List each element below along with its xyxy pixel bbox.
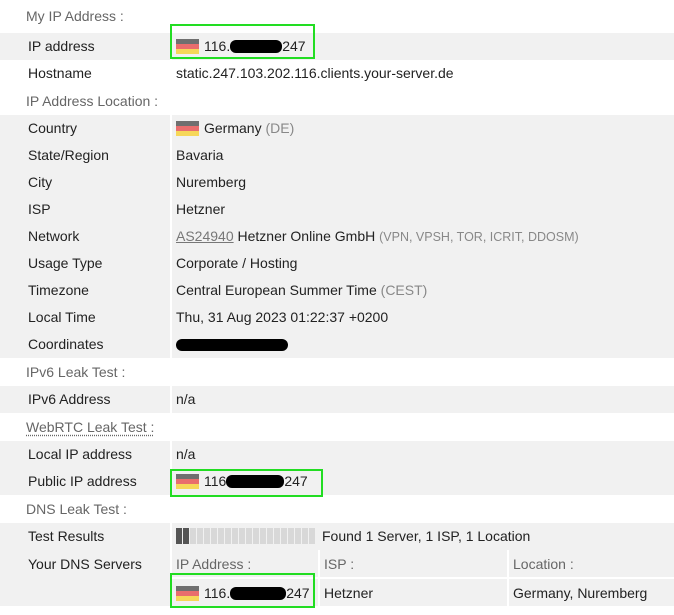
section-dns-title: DNS Leak Test : [26, 501, 127, 517]
state-label: State/Region [28, 147, 109, 163]
coordinates-value [176, 331, 288, 358]
progress-segment [204, 528, 210, 544]
localtime-value: Thu, 31 Aug 2023 01:22:37 +0200 [176, 309, 389, 325]
row-dns-servers: Your DNS Servers IP Address : ISP : Loca… [0, 550, 674, 606]
dns-server-isp: Hetzner [324, 585, 374, 601]
test-results-value: Found 1 Server, 1 ISP, 1 Location [176, 523, 530, 553]
row-local-ip: Local IP address n/a [0, 441, 674, 468]
ip-address-label: IP address [28, 38, 95, 54]
isp-value: Hetzner [176, 201, 226, 217]
row-ipv6: IPv6 Address n/a [0, 386, 674, 413]
row-hostname: Hostname static.247.103.202.116.clients.… [0, 60, 674, 87]
city-label: City [28, 174, 53, 190]
progress-segment [274, 528, 280, 544]
progress-segment [225, 528, 231, 544]
progress-segment [218, 528, 224, 544]
dns-servers-label: Your DNS Servers [28, 556, 142, 572]
section-webrtc-title[interactable]: WebRTC Leak Test : [26, 413, 154, 441]
local-ip-label: Local IP address [28, 446, 133, 462]
section-location-title: IP Address Location : [26, 93, 159, 109]
localtime-label: Local Time [28, 309, 96, 325]
public-ip-label: Public IP address [28, 473, 137, 489]
ip-info-panel: My IP Address : IP address 116. 247 Hostn… [0, 0, 674, 608]
germany-flag-icon [176, 121, 199, 136]
progress-segment [281, 528, 287, 544]
progress-segment [267, 528, 273, 544]
progress-segment [288, 528, 294, 544]
progress-segment [253, 528, 259, 544]
dns-progress-bar [176, 526, 316, 553]
progress-segment [309, 528, 315, 544]
row-ip-address: IP address 116. 247 [0, 33, 674, 60]
state-value: Bavaria [176, 147, 224, 163]
section-dns: DNS Leak Test : [0, 495, 674, 523]
isp-label: ISP [28, 201, 51, 217]
row-city: City Nuremberg [0, 169, 674, 196]
row-localtime: Local Time Thu, 31 Aug 2023 01:22:37 +02… [0, 304, 674, 331]
ipv6-label: IPv6 Address [28, 391, 111, 407]
hostname-label: Hostname [28, 65, 92, 81]
progress-segment [260, 528, 266, 544]
asn-link[interactable]: AS24940 [176, 228, 234, 244]
timezone-label: Timezone [28, 282, 89, 298]
progress-segment [197, 528, 203, 544]
progress-segment [211, 528, 217, 544]
country-value: Germany (DE) [176, 115, 294, 142]
highlight-public-ip [170, 469, 323, 497]
section-my-ip-title: My IP Address : [26, 8, 124, 24]
dns-server-location: Germany, Nuremberg [513, 585, 648, 601]
section-location: IP Address Location : [0, 87, 674, 115]
hostname-value: static.247.103.202.116.clients.your-serv… [176, 65, 454, 81]
test-results-label: Test Results [28, 528, 105, 544]
progress-segment [239, 528, 245, 544]
redaction-bar [176, 339, 288, 351]
coordinates-label: Coordinates [28, 336, 104, 352]
row-public-ip: Public IP address 116 247 [0, 468, 674, 495]
section-ipv6-title: IPv6 Leak Test : [26, 364, 126, 380]
section-ipv6: IPv6 Leak Test : [0, 358, 674, 386]
usage-value: Corporate / Hosting [176, 255, 298, 271]
country-label: Country [28, 120, 78, 136]
timezone-value: Central European Summer Time (CEST) [176, 282, 428, 298]
row-timezone: Timezone Central European Summer Time (C… [0, 277, 674, 304]
progress-segment [302, 528, 308, 544]
section-webrtc: WebRTC Leak Test : [0, 413, 674, 441]
row-usage: Usage Type Corporate / Hosting [0, 250, 674, 277]
local-ip-value: n/a [176, 446, 196, 462]
network-label: Network [28, 228, 80, 244]
row-network: Network AS24940 Hetzner Online GmbH (VPN… [0, 223, 674, 250]
usage-label: Usage Type [28, 255, 103, 271]
progress-segment [232, 528, 238, 544]
dns-col-location: Location : [513, 556, 574, 572]
highlight-ip-address [170, 24, 315, 59]
progress-segment [190, 528, 196, 544]
city-value: Nuremberg [176, 174, 247, 190]
row-state: State/Region Bavaria [0, 142, 674, 169]
row-test-results: Test Results Found 1 Server, 1 ISP, 1 Lo… [0, 523, 674, 550]
row-isp: ISP Hetzner [0, 196, 674, 223]
progress-segment [176, 528, 182, 544]
row-country: Country Germany (DE) [0, 115, 674, 142]
progress-segment [295, 528, 301, 544]
dns-col-isp: ISP : [324, 556, 355, 572]
dns-col-ip: IP Address : [176, 556, 252, 572]
row-coordinates: Coordinates [0, 331, 674, 358]
progress-segment [246, 528, 252, 544]
progress-segment [183, 528, 189, 544]
highlight-dns-ip [170, 573, 315, 608]
section-my-ip: My IP Address : [0, 0, 674, 33]
network-value: AS24940 Hetzner Online GmbH (VPN, VPSH, … [176, 228, 579, 244]
ipv6-value: n/a [176, 391, 196, 407]
